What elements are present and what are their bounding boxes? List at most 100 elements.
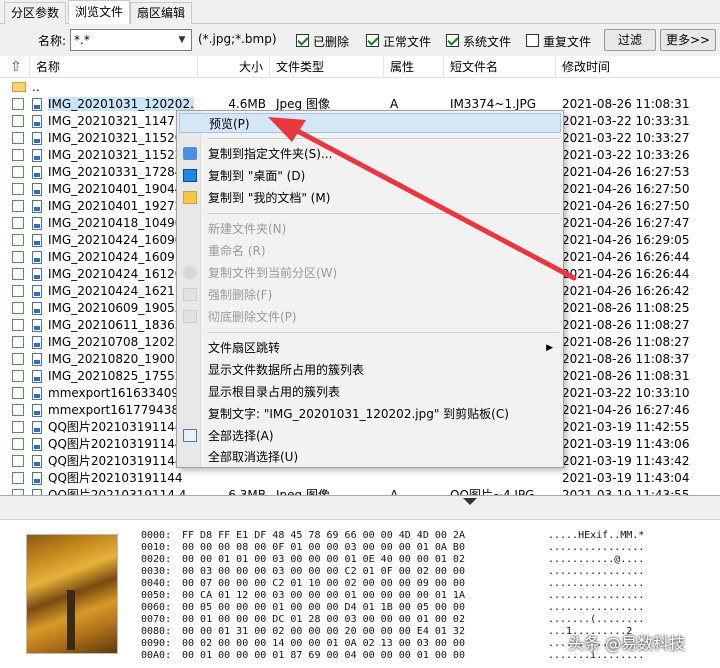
tab-partition-params[interactable]: 分区参数 xyxy=(4,2,67,24)
menu-new-folder-label: 新建文件夹(N) xyxy=(208,222,287,236)
image-file-icon xyxy=(32,200,42,213)
deleted-checkbox[interactable] xyxy=(296,34,309,47)
pane-splitter[interactable] xyxy=(0,496,720,520)
parent-folder-row[interactable]: .. xyxy=(0,79,720,96)
image-file-icon xyxy=(32,115,42,128)
row-type: Jpeg 图像 xyxy=(276,487,386,496)
menu-deselect-all[interactable]: 全部取消选择(U) xyxy=(179,447,561,467)
row-checkbox[interactable] xyxy=(12,387,24,399)
row-modified: 2021-04-26 16:26:44 xyxy=(562,249,718,266)
hex-offset: 0050: xyxy=(141,590,172,601)
menu-copy-to-documents[interactable]: 复制到 "我的文档" (M) xyxy=(179,188,561,208)
col-type[interactable]: 文件类型 xyxy=(270,56,384,78)
row-name-text: mmexport161633409 xyxy=(48,386,179,400)
image-file-icon xyxy=(32,132,42,145)
chevron-down-icon[interactable]: ▼ xyxy=(175,30,189,50)
row-checkbox[interactable] xyxy=(12,319,24,331)
row-checkbox[interactable] xyxy=(12,217,24,229)
row-checkbox[interactable] xyxy=(12,302,24,314)
table-row[interactable]: QQ图片202103191144 2021-03-19 11:43:04 xyxy=(0,470,720,487)
row-checkbox[interactable] xyxy=(12,404,24,416)
menu-preview-label: 预览(P) xyxy=(209,117,250,131)
row-name-text: IMG_20210331_17284 xyxy=(48,165,183,179)
row-checkbox[interactable] xyxy=(12,370,24,382)
menu-copy-text[interactable]: 复制文字: "IMG_20201031_120202.jpg" 到剪贴板(C) xyxy=(179,404,561,424)
row-checkbox[interactable] xyxy=(12,234,24,246)
menu-wipe-delete-label: 彻底删除文件(P) xyxy=(208,310,297,324)
menu-select-all[interactable]: 全部选择(A) xyxy=(179,426,561,446)
duplicate-files-checkbox[interactable] xyxy=(526,34,539,47)
row-name-text: IMG_20210609_19052 xyxy=(48,301,183,315)
row-checkbox[interactable] xyxy=(12,200,24,212)
row-name: IMG_20210424_16211 xyxy=(48,283,194,300)
col-size[interactable]: 大小 xyxy=(198,56,270,78)
menu-copy-to-partition-label: 复制文件到当前分区(W) xyxy=(208,266,338,280)
row-checkbox[interactable] xyxy=(12,353,24,365)
row-checkbox[interactable] xyxy=(12,268,24,280)
menu-copy-to-partition[interactable]: 复制文件到当前分区(W) xyxy=(179,263,561,283)
row-checkbox[interactable] xyxy=(12,251,24,263)
menu-show-root-clusters[interactable]: 显示根目录占用的簇列表 xyxy=(179,382,561,402)
row-modified: 2021-04-26 16:27:47 xyxy=(562,215,718,232)
row-checkbox[interactable] xyxy=(12,166,24,178)
menu-rename[interactable]: 重命名 (R) xyxy=(179,241,561,261)
table-row[interactable]: QQ图片20210319114 4... 6.3MB Jpeg 图像 A QQ图片~4.… xyxy=(0,487,720,496)
row-modified-text: 2021-04-26 16:29:05 xyxy=(562,233,690,247)
row-attr xyxy=(390,470,440,487)
row-checkbox[interactable] xyxy=(12,472,24,484)
row-checkbox[interactable] xyxy=(12,183,24,195)
up-arrow-icon[interactable]: ⇧ xyxy=(0,56,30,78)
row-name-text: QQ图片202103191144 xyxy=(48,454,183,468)
row-short-name-text: IM3374~1.JPG xyxy=(450,97,537,111)
filter-button[interactable]: 过滤 xyxy=(604,29,656,51)
triangle-down-icon[interactable] xyxy=(463,498,477,505)
row-name: IMG_20201031_120202.... xyxy=(48,96,194,113)
col-modified[interactable]: 修改时间 xyxy=(556,56,720,78)
menu-copy-to-folder[interactable]: 复制到指定文件夹(S)... xyxy=(179,144,561,164)
row-checkbox[interactable] xyxy=(12,132,24,144)
row-size: 6.3MB xyxy=(198,487,266,495)
col-short-name[interactable]: 短文件名 xyxy=(444,56,556,78)
image-file-icon xyxy=(32,183,42,196)
row-checkbox[interactable] xyxy=(12,489,24,495)
row-name: mmexport161779438 xyxy=(48,402,194,419)
row-name: IMG_20210825_17552 xyxy=(48,368,194,385)
menu-sector-jump[interactable]: 文件扇区跳转 ▶ xyxy=(179,338,561,358)
row-name-text: IMG_20210820_19003 xyxy=(48,352,183,366)
system-files-checkbox[interactable] xyxy=(446,34,459,47)
image-file-icon xyxy=(32,268,42,281)
row-name: IMG_20210424_16090 xyxy=(48,232,194,249)
col-name[interactable]: 名称 xyxy=(30,56,198,78)
row-checkbox[interactable] xyxy=(12,285,24,297)
row-checkbox[interactable] xyxy=(12,455,24,467)
row-checkbox[interactable] xyxy=(12,336,24,348)
row-name-text: IMG_20210321_11522 xyxy=(48,148,183,162)
row-modified: 2021-08-26 11:08:37 xyxy=(562,351,718,368)
more-button[interactable]: 更多>> xyxy=(660,29,716,51)
image-file-icon xyxy=(32,166,42,179)
row-checkbox[interactable] xyxy=(12,98,24,110)
name-combo[interactable]: *.* ▼ xyxy=(70,29,192,51)
normal-files-checkbox[interactable] xyxy=(366,34,379,47)
menu-new-folder[interactable]: 新建文件夹(N) xyxy=(179,219,561,239)
image-file-icon xyxy=(32,285,42,298)
row-checkbox[interactable] xyxy=(12,149,24,161)
menu-show-file-clusters[interactable]: 显示文件数据所占用的簇列表 xyxy=(179,360,561,380)
image-file-icon xyxy=(32,472,42,485)
desktop-icon xyxy=(183,169,197,182)
tab-browse-files[interactable]: 浏览文件 xyxy=(68,0,131,25)
hex-ascii: .....HExif..MM.* xyxy=(548,530,645,541)
col-attr[interactable]: 属性 xyxy=(384,56,444,78)
menu-preview[interactable]: 预览(P) xyxy=(179,113,561,133)
name-label: 名称: xyxy=(38,34,67,48)
row-checkbox[interactable] xyxy=(12,115,24,127)
row-checkbox[interactable] xyxy=(12,438,24,450)
row-size-text: 4.6MB xyxy=(228,97,266,111)
row-modified-text: 2021-08-26 11:08:25 xyxy=(562,301,690,315)
row-type-text: Jpeg 图像 xyxy=(276,488,330,496)
menu-force-delete[interactable]: 强制删除(F) xyxy=(179,285,561,305)
tab-sector-edit[interactable]: 扇区编辑 xyxy=(130,2,193,24)
menu-copy-to-desktop[interactable]: 复制到 "桌面" (D) xyxy=(179,166,561,186)
menu-wipe-delete[interactable]: 彻底删除文件(P) xyxy=(179,307,561,327)
row-checkbox[interactable] xyxy=(12,421,24,433)
